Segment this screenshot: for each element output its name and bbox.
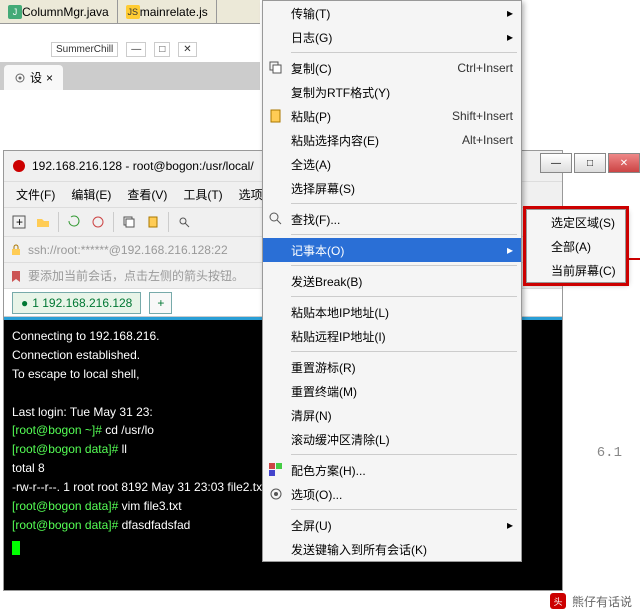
minimize-button[interactable]: — (540, 153, 572, 173)
separator (291, 454, 517, 455)
search-icon (268, 211, 284, 227)
window-controls: — □ ✕ (540, 153, 640, 173)
app-icon (12, 159, 26, 173)
submenu-current-screen[interactable]: 当前屏幕(C) (527, 258, 625, 282)
menu-reset-terminal[interactable]: 重置终端(M) (263, 379, 521, 403)
separator (291, 509, 517, 510)
gear-icon (14, 72, 26, 84)
separator (291, 52, 517, 53)
cursor (12, 541, 20, 555)
find-button[interactable] (173, 211, 195, 233)
menu-paste-local-ip[interactable]: 粘贴本地IP地址(L) (263, 300, 521, 324)
disconnect-button[interactable] (87, 211, 109, 233)
maximize-icon[interactable]: □ (154, 42, 170, 57)
menu-send-keys-all[interactable]: 发送键输入到所有会话(K) (263, 537, 521, 561)
submenu-select-region[interactable]: 选定区域(S) (527, 210, 625, 234)
separator (291, 296, 517, 297)
lock-icon (10, 244, 22, 256)
browser-tabstrip: 设 × (0, 62, 260, 90)
menu-copy-rtf[interactable]: 复制为RTF格式(Y) (263, 80, 521, 104)
close-button[interactable]: ✕ (608, 153, 640, 173)
menu-paste-selection[interactable]: 粘贴选择内容(E)Alt+Insert (263, 128, 521, 152)
menu-copy[interactable]: 复制(C)Ctrl+Insert (263, 56, 521, 80)
separator (291, 265, 517, 266)
menu-send-break[interactable]: 发送Break(B) (263, 269, 521, 293)
close-icon[interactable]: ✕ (178, 42, 196, 57)
watermark: 头 熊仔有话说 (0, 591, 640, 611)
reconnect-button[interactable] (63, 211, 85, 233)
browser-tab-label: 设 (30, 69, 42, 86)
watermark-text: 熊仔有话说 (572, 593, 632, 610)
menu-paste[interactable]: 粘贴(P)Shift+Insert (263, 104, 521, 128)
bookmark-icon[interactable] (10, 270, 22, 282)
tab-columnmgr[interactable]: J ColumnMgr.java (0, 0, 118, 24)
session-tab-active[interactable]: ●1 192.168.216.128 (12, 292, 141, 314)
menu-view[interactable]: 查看(V) (121, 184, 173, 205)
menu-select-all[interactable]: 全选(A) (263, 152, 521, 176)
gear-icon (268, 486, 284, 502)
maximize-button[interactable]: □ (574, 153, 606, 173)
ssh-url[interactable]: ssh://root:******@192.168.216.128:22 (28, 243, 228, 257)
copy-icon (268, 60, 284, 76)
partial-text: 6.1 (597, 445, 622, 461)
menu-find[interactable]: 查找(F)... (263, 207, 521, 231)
menu-reset-cursor[interactable]: 重置游标(R) (263, 355, 521, 379)
tab-close-icon[interactable]: × (46, 71, 53, 85)
menu-color-scheme[interactable]: 配色方案(H)... (263, 458, 521, 482)
js-icon: JS (126, 5, 140, 19)
menu-transport[interactable]: 传输(T)▸ (263, 1, 521, 25)
separator (58, 212, 59, 232)
menu-paste-remote-ip[interactable]: 粘贴远程IP地址(I) (263, 324, 521, 348)
browser-tab[interactable]: 设 × (4, 65, 63, 90)
separator (291, 203, 517, 204)
tab-label: mainrelate.js (140, 5, 208, 19)
menu-tools[interactable]: 工具(T) (177, 184, 228, 205)
copy-button[interactable] (118, 211, 140, 233)
tab-mainrelate[interactable]: JS mainrelate.js (118, 0, 217, 24)
menu-clear[interactable]: 清屏(N) (263, 403, 521, 427)
toutiao-icon: 头 (550, 593, 566, 609)
paste-icon (268, 108, 284, 124)
menu-clear-scrollback[interactable]: 滚动缓冲区清除(L) (263, 427, 521, 451)
add-session-tab[interactable]: + (149, 292, 172, 314)
tab-label: ColumnMgr.java (22, 5, 109, 19)
separator (291, 351, 517, 352)
menu-edit[interactable]: 编辑(E) (65, 184, 117, 205)
paste-button[interactable] (142, 211, 164, 233)
palette-icon (268, 462, 284, 478)
tip-text: 要添加当前会话，点击左侧的箭头按钮。 (28, 267, 244, 284)
menu-select-screen[interactable]: 选择屏幕(S) (263, 176, 521, 200)
window-title: 192.168.216.128 - root@bogon:/usr/local/ (32, 159, 254, 173)
notepad-submenu: 选定区域(S) 全部(A) 当前屏幕(C) (526, 209, 626, 283)
new-session-button[interactable]: + (8, 211, 30, 233)
summerchill-title: SummerChill — □ ✕ (43, 42, 197, 57)
menu-fullscreen[interactable]: 全屏(U)▸ (263, 513, 521, 537)
menu-options[interactable]: 选项(O)... (263, 482, 521, 506)
separator (291, 234, 517, 235)
submenu-all[interactable]: 全部(A) (527, 234, 625, 258)
menu-file[interactable]: 文件(F) (10, 184, 61, 205)
menu-notepad[interactable]: 记事本(O)▸ (263, 238, 521, 262)
separator (168, 212, 169, 232)
svg-text:+: + (16, 215, 23, 229)
java-icon: J (8, 5, 22, 19)
open-button[interactable] (32, 211, 54, 233)
context-menu: 传输(T)▸ 日志(G)▸ 复制(C)Ctrl+Insert 复制为RTF格式(… (262, 0, 522, 562)
separator (113, 212, 114, 232)
minimize-icon[interactable]: — (126, 42, 146, 57)
menu-log[interactable]: 日志(G)▸ (263, 25, 521, 49)
ide-tabs-bar: J ColumnMgr.java JS mainrelate.js (0, 0, 260, 24)
